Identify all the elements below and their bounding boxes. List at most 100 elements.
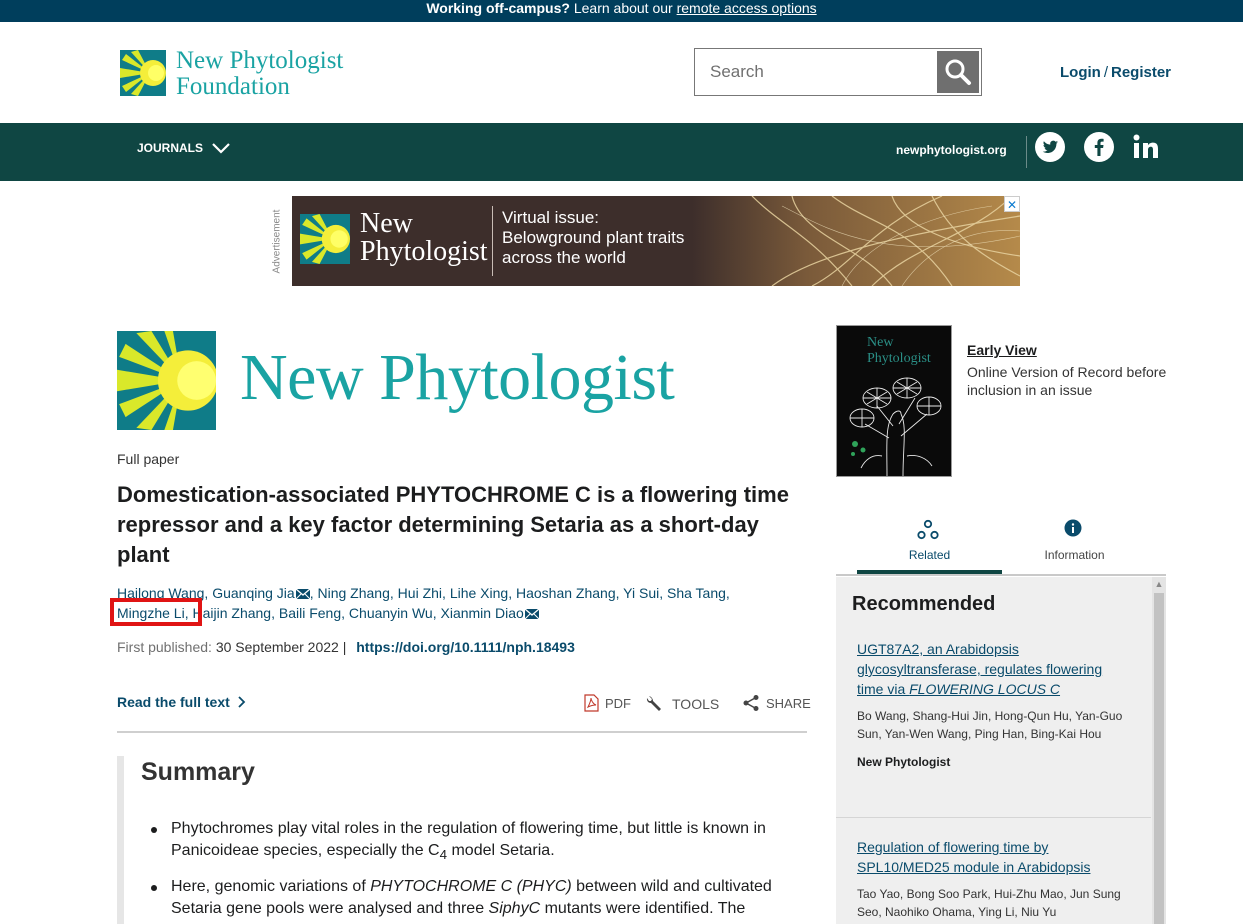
ad-line-3: across the world xyxy=(502,248,626,267)
bullet-text: mutants were identified. The xyxy=(540,900,746,918)
recommended-journal: New Phytologist xyxy=(857,755,951,769)
article-type: Full paper xyxy=(117,451,180,467)
recommended-title-link[interactable]: Regulation of flowering time by SPL10/ME… xyxy=(857,839,1090,875)
author-link[interactable]: Hui Zhi xyxy=(398,585,442,601)
first-published-date: 30 September 2022 xyxy=(215,639,339,655)
author-list: Hailong Wang, Guanqing Jia, Ning Zhang, … xyxy=(117,585,730,621)
chevron-right-icon xyxy=(238,696,246,708)
pdf-button[interactable]: PDF xyxy=(584,694,631,712)
info-separator: | xyxy=(342,639,347,655)
cover-illustration: New Phytologist xyxy=(837,326,951,476)
tab-related-label: Related xyxy=(908,548,951,562)
banner-prefix: Working off-campus? xyxy=(426,0,570,16)
journal-cover-image[interactable]: New Phytologist xyxy=(836,325,952,477)
doi-link[interactable]: https://doi.org/10.1111/nph.18493 xyxy=(356,639,575,655)
highlight-box xyxy=(110,598,202,626)
remote-access-link[interactable]: remote access options xyxy=(677,0,817,16)
ad-line-1: Virtual issue: xyxy=(502,208,600,227)
rec-title-emphasis: FLOWERING LOCUS C xyxy=(909,681,1061,697)
author-link[interactable]: Yi Sui xyxy=(623,585,659,601)
first-published-label: First published: xyxy=(117,639,212,655)
site-header: New Phytologist Foundation Login/Registe… xyxy=(0,22,1243,123)
svg-text:Phytologist: Phytologist xyxy=(867,351,931,366)
login-separator: / xyxy=(1103,64,1108,81)
main-nav: JOURNALS newphytologist.org xyxy=(0,123,1243,181)
ad-divider xyxy=(492,206,493,276)
tab-information[interactable]: Information xyxy=(1002,510,1147,574)
author-link[interactable]: Baili Feng xyxy=(279,605,341,621)
wrench-icon xyxy=(646,696,661,711)
email-icon[interactable] xyxy=(524,609,539,619)
roots-image xyxy=(692,196,1020,286)
share-icon xyxy=(743,695,759,711)
recommended-heading: Recommended xyxy=(852,593,996,615)
author-link[interactable]: Xianmin Diao xyxy=(441,605,524,621)
summary-bullet: Phytochromes play vital roles in the reg… xyxy=(151,818,801,866)
bullet-text: Here, genomic variations of xyxy=(171,878,371,896)
email-icon[interactable] xyxy=(295,589,310,599)
tools-button[interactable]: TOOLS xyxy=(646,694,719,714)
tab-information-label: Information xyxy=(1044,548,1105,562)
summary-heading: Summary xyxy=(141,758,255,786)
author-link[interactable]: Sha Tang xyxy=(667,585,726,601)
journals-menu[interactable]: JOURNALS xyxy=(137,141,231,155)
read-full-text-label: Read the full text xyxy=(117,694,230,710)
scroll-up-icon[interactable]: ▲ xyxy=(1152,577,1166,591)
scrollbar-thumb[interactable] xyxy=(1154,593,1164,924)
bullet-text: model Setaria. xyxy=(447,842,555,859)
logo-line-2: Foundation xyxy=(176,73,290,100)
recommended-item: Regulation of flowering time by SPL10/ME… xyxy=(857,837,1132,921)
early-view-link[interactable]: Early View xyxy=(967,342,1037,358)
summary-accent-bar xyxy=(117,756,124,924)
facebook-icon[interactable] xyxy=(1084,132,1114,162)
publication-info: First published: 30 September 2022 | htt… xyxy=(117,639,575,655)
share-button[interactable]: SHARE xyxy=(742,694,811,712)
pdf-label: PDF xyxy=(605,695,631,711)
search-button[interactable] xyxy=(937,51,979,93)
author-link[interactable]: Ning Zhang xyxy=(318,585,390,601)
register-link[interactable]: Register xyxy=(1111,64,1171,81)
recommended-panel: Recommended UGT87A2, an Arabidopsis glyc… xyxy=(836,577,1166,924)
logo-line-1: New Phytologist xyxy=(176,47,344,74)
ad-brand-line-2: Phytologist xyxy=(360,236,488,267)
ad-headline: Virtual issue: Belowground plant traits … xyxy=(502,208,684,268)
journal-title[interactable]: New Phytologist xyxy=(240,338,675,418)
author-link[interactable]: Chuanyin Wu xyxy=(349,605,433,621)
ad-line-2: Belowground plant traits xyxy=(502,228,685,247)
ad-close-icon[interactable]: ✕ xyxy=(1004,196,1020,212)
author-link[interactable]: Guanqing Jia xyxy=(212,585,295,601)
twitter-icon[interactable] xyxy=(1035,132,1065,162)
ad-journal-name: New Phytologist xyxy=(360,210,488,266)
login-register: Login / Register xyxy=(1060,64,1171,81)
pdf-icon xyxy=(584,694,599,712)
search-icon xyxy=(945,59,971,85)
journal-logo-icon[interactable] xyxy=(117,331,216,430)
recommended-title-link[interactable]: UGT87A2, an Arabidopsis glycosyltransfer… xyxy=(857,641,1102,697)
remote-access-banner: Working off-campus? Learn about our remo… xyxy=(0,0,1243,22)
tools-label: TOOLS xyxy=(672,696,720,712)
ad-brand-line-1: New xyxy=(360,208,413,239)
tab-related[interactable]: Related xyxy=(857,510,1002,574)
chevron-down-icon xyxy=(212,143,230,154)
foundation-name[interactable]: New Phytologist Foundation xyxy=(176,48,343,100)
bullet-emphasis: SiphyC xyxy=(488,900,541,918)
info-icon xyxy=(1064,519,1082,537)
newphytologist-org-link[interactable]: newphytologist.org xyxy=(896,143,1007,157)
foundation-logo-icon[interactable] xyxy=(120,50,166,96)
login-link[interactable]: Login xyxy=(1060,64,1101,81)
advertisement-text: Advertisement xyxy=(271,209,283,274)
bullet-emphasis: PHYTOCHROME C (PHYC) xyxy=(370,878,572,896)
advertisement-banner[interactable]: New Phytologist Virtual issue: Belowgrou… xyxy=(292,196,1020,286)
svg-text:New: New xyxy=(867,335,894,350)
author-link[interactable]: Haijin Zhang xyxy=(192,605,271,621)
summary-bullet: Here, genomic variations of PHYTOCHROME … xyxy=(151,876,801,920)
search-input[interactable] xyxy=(695,49,935,95)
recommended-divider xyxy=(836,817,1151,818)
share-label: SHARE xyxy=(766,695,811,711)
recommended-scrollbar[interactable]: ▲ xyxy=(1152,577,1166,924)
linkedin-icon[interactable] xyxy=(1132,132,1162,162)
author-link[interactable]: Lihe Xing xyxy=(450,585,508,601)
author-link[interactable]: Haoshan Zhang xyxy=(516,585,616,601)
read-full-text-link[interactable]: Read the full text xyxy=(117,694,246,710)
early-view-description: Online Version of Record before inclusio… xyxy=(967,364,1167,398)
